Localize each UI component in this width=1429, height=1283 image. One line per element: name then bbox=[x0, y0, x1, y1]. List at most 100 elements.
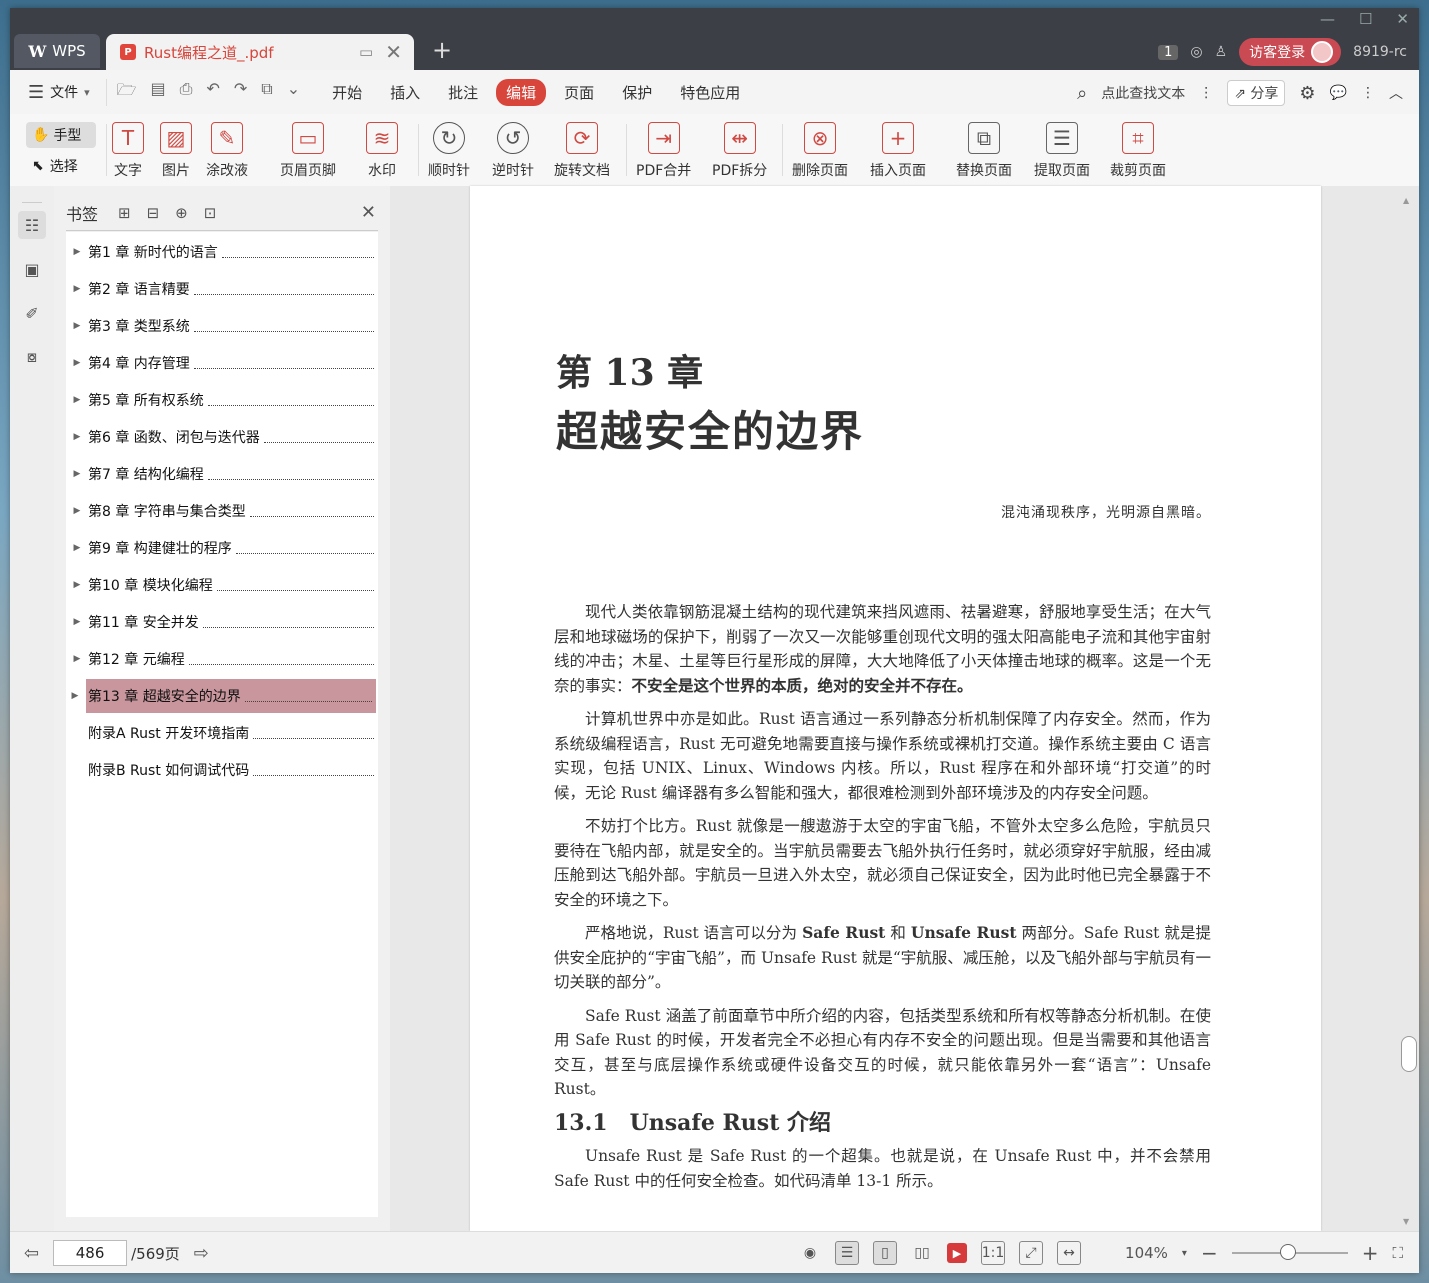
save-icon[interactable]: ▤ bbox=[151, 79, 166, 106]
pdf-merge-button[interactable]: ⇥ PDF合并 bbox=[636, 122, 691, 180]
scroll-thumb[interactable] bbox=[1401, 1036, 1417, 1072]
bookmark-item[interactable]: ▶ 第12 章 元编程 bbox=[66, 642, 378, 676]
header-footer-button[interactable]: ▭ 页眉页脚 bbox=[280, 122, 336, 180]
collapse-ribbon-icon[interactable]: ︿ bbox=[1389, 83, 1403, 103]
tab-start[interactable]: 开始 bbox=[322, 79, 372, 106]
play-slideshow-icon[interactable]: ▶ bbox=[947, 1243, 968, 1263]
maximize-icon[interactable]: ☐ bbox=[1359, 10, 1372, 28]
expand-arrow-icon[interactable]: ▶ bbox=[66, 617, 88, 627]
find-text-field[interactable]: 点此查找文本 bbox=[1101, 83, 1185, 103]
zoom-dropdown-icon[interactable]: ▾ bbox=[1182, 1248, 1187, 1259]
annotation-icon[interactable]: ✐ bbox=[18, 299, 46, 327]
bookmark-item[interactable]: ▶ 第11 章 安全并发 bbox=[66, 605, 378, 639]
bookmark-item[interactable]: ▶ 第3 章 类型系统 bbox=[66, 309, 378, 343]
expand-arrow-icon[interactable]: ▶ bbox=[66, 284, 88, 294]
expand-all-icon[interactable]: ⊞ bbox=[118, 204, 131, 222]
expand-arrow-icon[interactable]: ▶ bbox=[66, 432, 88, 442]
zoom-level[interactable]: 104% bbox=[1125, 1244, 1168, 1262]
double-page-icon[interactable]: ▯▯ bbox=[911, 1242, 933, 1264]
bookmark-item[interactable]: ▶ 第7 章 结构化编程 bbox=[66, 457, 378, 491]
comment-icon[interactable]: 💬 bbox=[1330, 85, 1347, 101]
tab-special[interactable]: 特色应用 bbox=[670, 79, 750, 106]
skin-icon[interactable]: ◎ bbox=[1190, 44, 1202, 60]
rotate-document-button[interactable]: ⟳ 旋转文档 bbox=[554, 122, 610, 180]
expand-arrow-icon[interactable]: ▶ bbox=[66, 506, 88, 516]
gear-icon[interactable]: ⚙ bbox=[1299, 83, 1315, 104]
thumbnail-icon[interactable]: ▣ bbox=[18, 255, 46, 283]
new-tab-plus-icon[interactable]: + bbox=[432, 36, 452, 64]
page-number-input[interactable]: 486 bbox=[53, 1240, 128, 1266]
select-tool-button[interactable]: ⬉ 选择 bbox=[26, 148, 112, 176]
expand-arrow-icon[interactable]: ▶ bbox=[66, 321, 88, 331]
bookmark-item[interactable]: ▶ 第8 章 字符串与集合类型 bbox=[66, 494, 378, 528]
pin-window-icon[interactable]: ▭ bbox=[359, 43, 373, 61]
hand-tool-button[interactable]: ✋ 手型 bbox=[26, 122, 96, 148]
wps-home-tab[interactable]: W WPS bbox=[14, 34, 100, 68]
expand-arrow-icon[interactable]: ▶ bbox=[66, 469, 88, 479]
tab-protect[interactable]: 保护 bbox=[612, 79, 662, 106]
close-tab-icon[interactable]: ✕ bbox=[385, 40, 402, 64]
more-dropdown-icon[interactable]: ⌄ bbox=[287, 79, 300, 106]
close-window-icon[interactable]: ✕ bbox=[1396, 10, 1409, 28]
zoom-in-icon[interactable]: + bbox=[1362, 1241, 1379, 1265]
extract-page-button[interactable]: ☰ 提取页面 bbox=[1034, 122, 1090, 180]
vertical-scrollbar[interactable]: ▲ ▼ bbox=[1401, 196, 1417, 1226]
expand-arrow-icon[interactable]: ▶ bbox=[66, 247, 88, 257]
tab-edit[interactable]: 编辑 bbox=[496, 78, 547, 106]
more-menu-icon[interactable]: ⋮ bbox=[1361, 85, 1375, 101]
add-bookmark-icon[interactable]: ⊕ bbox=[175, 204, 188, 222]
tab-annotate[interactable]: 批注 bbox=[438, 79, 488, 106]
fullscreen-icon[interactable]: ⛶ bbox=[1392, 1244, 1403, 1262]
redo-icon[interactable]: ↷ bbox=[234, 79, 247, 106]
edit-text-button[interactable]: T 文字 bbox=[112, 122, 144, 180]
expand-arrow-icon[interactable]: ▶ bbox=[66, 654, 88, 664]
collapse-all-icon[interactable]: ⊟ bbox=[147, 204, 160, 222]
guest-login-button[interactable]: 访客登录 bbox=[1239, 38, 1342, 66]
window-count-badge[interactable]: 1 bbox=[1158, 44, 1179, 60]
fit-width-icon[interactable]: ↔ bbox=[1057, 1241, 1082, 1265]
bookmark-options-icon[interactable]: ⊡ bbox=[204, 204, 217, 222]
file-menu[interactable]: ☰ 文件 ▾ bbox=[28, 82, 90, 103]
scroll-up-icon[interactable]: ▲ bbox=[1403, 196, 1409, 205]
expand-arrow-icon[interactable]: ▶ bbox=[66, 580, 88, 590]
continuous-page-icon[interactable]: ☰ bbox=[835, 1241, 860, 1265]
expand-arrow-icon[interactable]: ▶ bbox=[66, 395, 88, 405]
pdf-split-button[interactable]: ⇹ PDF拆分 bbox=[712, 122, 767, 180]
eye-protection-icon[interactable]: ◉ bbox=[799, 1242, 821, 1264]
more-vertical-icon[interactable]: ⋮ bbox=[1199, 85, 1213, 101]
bookmark-item[interactable]: 附录A Rust 开发环境指南 bbox=[66, 716, 378, 750]
document-tab[interactable]: P Rust编程之道_.pdf ▭ ✕ bbox=[106, 34, 414, 70]
zoom-out-icon[interactable]: − bbox=[1201, 1241, 1218, 1265]
next-page-icon[interactable]: ⇨ bbox=[194, 1243, 209, 1264]
watermark-button[interactable]: ≋ 水印 bbox=[366, 122, 398, 180]
shirt-icon[interactable]: ♙ bbox=[1215, 44, 1228, 60]
bookmark-item[interactable]: ▶ 第5 章 所有权系统 bbox=[66, 383, 378, 417]
bookmark-item[interactable]: 附录B Rust 如何调试代码 bbox=[66, 753, 378, 787]
undo-icon[interactable]: ↶ bbox=[206, 79, 219, 106]
bookmark-panel-icon[interactable]: ☷ bbox=[18, 211, 46, 239]
insert-page-button[interactable]: + 插入页面 bbox=[870, 122, 926, 180]
zoom-slider[interactable] bbox=[1231, 1244, 1348, 1260]
correction-fluid-button[interactable]: ✎ 涂改液 bbox=[206, 122, 248, 180]
close-panel-icon[interactable]: ✕ bbox=[361, 202, 376, 223]
open-folder-icon[interactable]: 🗁 bbox=[117, 79, 137, 106]
scroll-down-icon[interactable]: ▼ bbox=[1403, 1217, 1409, 1226]
single-page-icon[interactable]: ▯ bbox=[873, 1241, 898, 1265]
bookmark-item[interactable]: ▶ 第9 章 构建健壮的程序 bbox=[66, 531, 378, 565]
rotate-clockwise-button[interactable]: ↻ 顺时针 bbox=[428, 122, 470, 180]
share-button[interactable]: ⇗ 分享 bbox=[1227, 80, 1286, 106]
rotate-counterclockwise-button[interactable]: ↺ 逆时针 bbox=[492, 122, 534, 180]
bookmark-item[interactable]: ▶ 第4 章 内存管理 bbox=[66, 346, 378, 380]
bookmark-item-selected[interactable]: ▶ 第13 章 超越安全的边界 bbox=[72, 679, 376, 713]
search-icon[interactable]: ⌕ bbox=[1077, 83, 1087, 104]
replace-page-button[interactable]: ⧉ 替换页面 bbox=[956, 122, 1012, 180]
export-image-icon[interactable]: ⧉ bbox=[261, 79, 272, 106]
expand-arrow-icon[interactable]: ▶ bbox=[64, 691, 86, 701]
previous-page-icon[interactable]: ⇦ bbox=[24, 1243, 39, 1264]
minimize-icon[interactable]: — bbox=[1320, 10, 1335, 28]
edit-image-button[interactable]: ▨ 图片 bbox=[160, 122, 192, 180]
crop-page-button[interactable]: ⌗ 裁剪页面 bbox=[1110, 122, 1166, 180]
document-viewport[interactable]: 第 13 章 超越安全的边界 混沌涌现秩序，光明源自黑暗。 现代人类依靠钢筋混凝… bbox=[390, 186, 1419, 1231]
print-icon[interactable]: ⎙ bbox=[180, 79, 193, 106]
image-extract-icon[interactable]: ⧇ bbox=[18, 343, 46, 371]
